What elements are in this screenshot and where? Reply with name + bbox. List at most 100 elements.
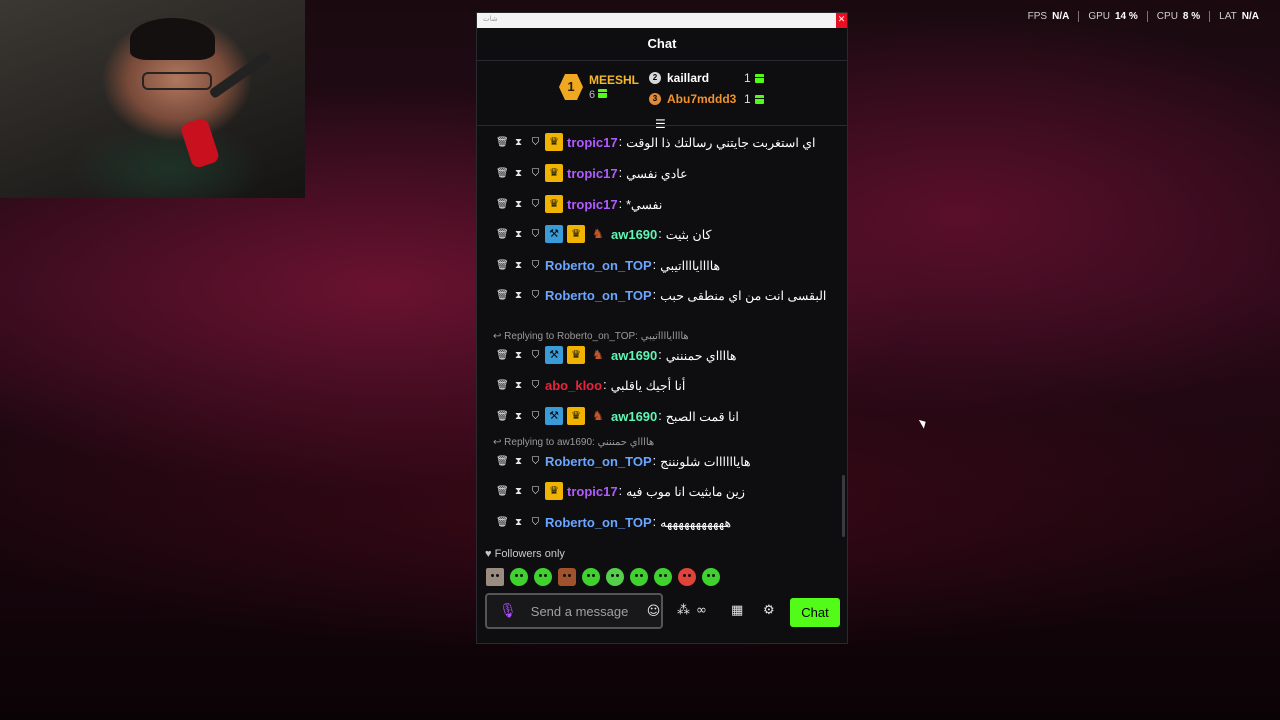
delete-icon[interactable]: 🗑 (496, 229, 509, 240)
timeout-icon[interactable]: ⧗ (513, 486, 524, 497)
chat-username[interactable]: tropic17 (567, 484, 618, 499)
timeout-icon[interactable]: ⧗ (513, 137, 524, 148)
timeout-icon[interactable]: ⧗ (513, 350, 524, 361)
emote-item[interactable] (678, 568, 696, 586)
chat-username[interactable]: tropic17 (567, 166, 618, 181)
chat-message-text: زين مابثيت انا موب فيه (626, 484, 745, 499)
emote-item[interactable] (702, 568, 720, 586)
chat-message: 🗑 ⧗ ⛉ ⚒ ♛ ♞ aw1690: هااااي حمننني (496, 346, 737, 364)
emote-item[interactable] (534, 568, 552, 586)
stat-latency: LAT N/A (1209, 11, 1268, 22)
message-input[interactable] (528, 602, 645, 620)
emote-item[interactable] (558, 568, 576, 586)
leaderboard-second-name: kaillard (667, 71, 710, 85)
chat-message-text: هاااايااااتيبي (660, 258, 721, 273)
chat-message: 🗑 ⧗ ⛉ ♛ tropic17: اي استغربت جايتني رسالتك… (496, 133, 816, 151)
store-icon[interactable]: ▦ (731, 603, 743, 618)
followers-only-notice: ♥ Followers only (485, 548, 565, 560)
timeout-icon[interactable]: ⧗ (513, 168, 524, 179)
timeout-icon[interactable]: ⧗ (513, 199, 524, 210)
gift-icon (598, 89, 608, 98)
shield-icon: ⛉ (531, 349, 540, 361)
gift-leaderboard: 1 MEESHL 6 2 kaillard 1 3 Abu7mddd3 1 ☰ (477, 61, 847, 131)
emote-item[interactable] (486, 568, 504, 586)
users-icon[interactable]: ⁂ (677, 603, 690, 618)
stat-cpu: CPU 8 % (1146, 11, 1209, 22)
chat-message: 🗑 ⧗ ⛉ ♛ tropic17: زين مابثيت انا موب فيه (496, 482, 745, 500)
shield-icon: ⛉ (531, 136, 540, 148)
close-icon[interactable]: ✕ (836, 13, 847, 28)
leaderboard-third[interactable]: 3 Abu7mddd3 1 (649, 92, 764, 106)
shield-icon: ⛉ (531, 410, 540, 422)
emote-item[interactable] (510, 568, 528, 586)
timeout-icon[interactable]: ⧗ (513, 260, 524, 271)
emote-item[interactable] (606, 568, 624, 586)
stat-fps: FPS N/A (1027, 11, 1070, 22)
chat-message-list[interactable]: 🗑 ⧗ ⛉ ♛ tropic17: اي استغربت جايتني رسالتك… (477, 126, 847, 543)
gear-icon[interactable]: ⚙ (763, 603, 775, 618)
emote-item[interactable] (582, 568, 600, 586)
leaderboard-first[interactable]: 1 MEESHL 6 (559, 73, 639, 101)
chat-username[interactable]: aw1690 (611, 227, 657, 242)
emote-item[interactable] (630, 568, 648, 586)
dragon-badge-icon: ♞ (592, 226, 604, 241)
chat-message-text: نفسي* (626, 197, 663, 212)
chat-username[interactable]: abo_kloo (545, 378, 602, 393)
webcam-glasses (142, 72, 212, 90)
chat-username[interactable]: Roberto_on_TOP (545, 258, 652, 273)
delete-icon[interactable]: 🗑 (496, 350, 509, 361)
chat-username[interactable]: Roberto_on_TOP (545, 515, 652, 530)
moderator-badge-icon: ⚒ (545, 225, 563, 243)
delete-icon[interactable]: 🗑 (496, 290, 509, 301)
reply-context[interactable]: ↩ Replying to Roberto_on_TOP: هااااياااا… (493, 331, 689, 342)
chat-username[interactable]: aw1690 (611, 348, 657, 363)
chat-message: 🗑 ⧗ ⛉ ⚒ ♛ ♞ aw1690: كان بثيت (496, 225, 712, 243)
chat-scrollbar[interactable] (842, 475, 845, 537)
chat-username[interactable]: tropic17 (567, 197, 618, 212)
mic-boom-arm (208, 50, 272, 100)
microphone-icon[interactable]: 🎙 (499, 603, 517, 619)
timeout-icon[interactable]: ⧗ (513, 456, 524, 467)
delete-icon[interactable]: 🗑 (496, 411, 509, 422)
performance-stats: FPS N/A GPU 14 % CPU 8 % LAT N/A (1019, 11, 1268, 22)
chat-username[interactable]: aw1690 (611, 409, 657, 424)
shield-icon: ⛉ (531, 289, 540, 301)
delete-icon[interactable]: 🗑 (496, 486, 509, 497)
chat-message: 🗑 ⧗ ⛉ ⚒ ♛ ♞ aw1690: انا قمت الصبح (496, 407, 739, 425)
crown-badge-icon: ♛ (545, 195, 563, 213)
chat-username[interactable]: Roberto_on_TOP (545, 454, 652, 469)
delete-icon[interactable]: 🗑 (496, 380, 509, 391)
timeout-icon[interactable]: ⧗ (513, 380, 524, 391)
delete-icon[interactable]: 🗑 (496, 168, 509, 179)
message-input-box[interactable]: 🎙 ☺ (485, 593, 663, 629)
timeout-icon[interactable]: ⧗ (513, 290, 524, 301)
rank-2-icon: 2 (649, 72, 661, 84)
reply-context[interactable]: ↩ Replying to aw1690: هااااي حمننني (493, 437, 654, 448)
timeout-icon[interactable]: ⧗ (513, 229, 524, 240)
leaderboard-second[interactable]: 2 kaillard 1 (649, 71, 764, 85)
chat-username[interactable]: tropic17 (567, 135, 618, 150)
timeout-icon[interactable]: ⧗ (513, 411, 524, 422)
window-titlebar[interactable]: شات ✕ (477, 13, 847, 28)
delete-icon[interactable]: 🗑 (496, 517, 509, 528)
send-chat-button[interactable]: Chat (790, 598, 840, 627)
mouse-cursor-icon (918, 417, 929, 429)
emote-item[interactable] (654, 568, 672, 586)
webcam-microphone (179, 116, 221, 170)
infinity-icon[interactable]: ∞ (696, 603, 707, 618)
timeout-icon[interactable]: ⧗ (513, 517, 524, 528)
delete-icon[interactable]: 🗑 (496, 137, 509, 148)
chat-message-text: هههههههههههه (660, 515, 732, 530)
chat-username[interactable]: Roberto_on_TOP (545, 288, 652, 303)
chat-message-text: انا قمت الصبح (665, 409, 739, 424)
chat-message-text: كان بثيت (665, 227, 712, 242)
gift-icon (754, 94, 764, 104)
emoji-icon[interactable]: ☺ (647, 604, 661, 619)
moderator-badge-icon: ⚒ (545, 346, 563, 364)
webcam-overlay (0, 0, 305, 198)
delete-icon[interactable]: 🗑 (496, 199, 509, 210)
shield-icon: ⛉ (531, 198, 540, 210)
stat-gpu: GPU 14 % (1078, 11, 1146, 22)
delete-icon[interactable]: 🗑 (496, 260, 509, 271)
delete-icon[interactable]: 🗑 (496, 456, 509, 467)
